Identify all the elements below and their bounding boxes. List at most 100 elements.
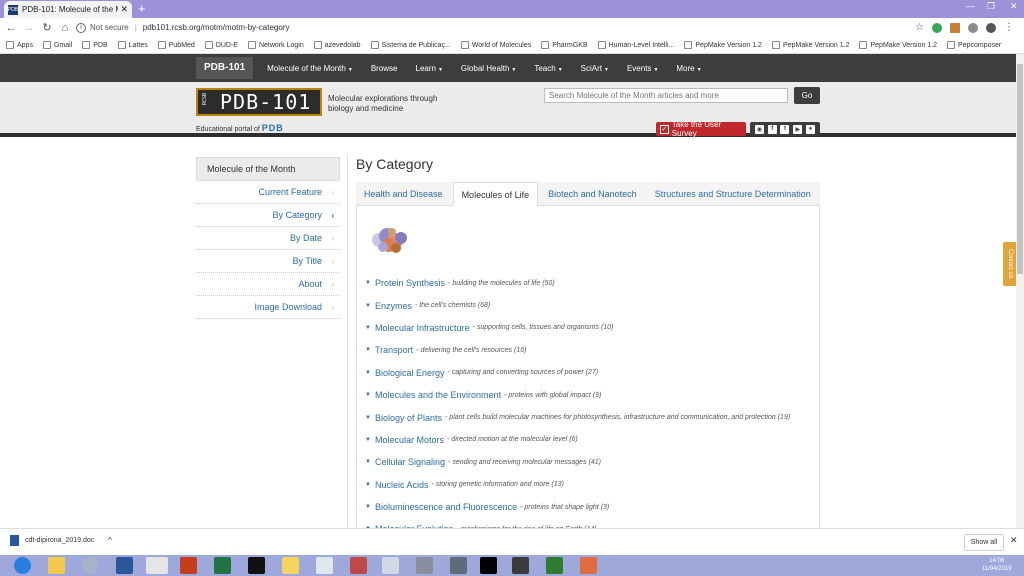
download-item[interactable]: cdt-dipirona_2019.doc ^ — [10, 535, 112, 546]
scrollbar-thumb[interactable] — [1017, 64, 1023, 274]
menu-kebab-icon[interactable]: ⋮ — [1004, 22, 1014, 33]
sidebar-item-image-download[interactable]: Image Download › — [196, 296, 340, 319]
facebook-icon[interactable]: f — [767, 124, 777, 134]
app-icon[interactable] — [416, 557, 433, 574]
category-item[interactable]: ▼ Cellular Signaling - sending and receivi… — [361, 451, 817, 473]
category-item[interactable]: ▼ Bioluminescence and Fluorescence - prote… — [361, 496, 817, 518]
nav-teach[interactable]: Teach ▼ — [534, 64, 562, 73]
category-name[interactable]: Molecules and the Environment — [375, 390, 501, 400]
chrome-icon[interactable] — [146, 557, 168, 574]
bookmark-sistema-de-publica[interactable]: Sistema de Publicaç... — [370, 41, 451, 49]
bookmark-pepcomposer[interactable]: Pepcomposer — [947, 41, 1001, 49]
bookmark-azevedolab[interactable]: azevedolab — [313, 41, 361, 49]
category-item[interactable]: ▼ Molecular Motors - directed motion at th… — [361, 429, 817, 451]
bookmark-star-icon[interactable]: ☆ — [915, 22, 924, 33]
sidebar-item-by-category[interactable]: By Category › — [196, 204, 340, 227]
system-clock[interactable]: 14:08 11/04/2019 — [982, 557, 1012, 573]
sidebar-item-about[interactable]: About › — [196, 273, 340, 296]
contact-us-tab[interactable]: Contact Us — [1003, 242, 1016, 286]
new-tab-button[interactable]: + — [138, 2, 146, 16]
app-icon[interactable] — [546, 557, 563, 574]
folder-icon[interactable] — [282, 557, 299, 574]
back-icon[interactable]: ← — [4, 22, 18, 34]
forward-icon[interactable]: → — [22, 22, 36, 34]
window-close-icon[interactable]: ✕ — [1010, 1, 1018, 12]
excel-icon[interactable] — [214, 557, 231, 574]
home-icon[interactable]: ⌂ — [58, 22, 72, 34]
extension-icon[interactable] — [932, 22, 942, 33]
app-icon[interactable] — [350, 557, 367, 574]
minimize-icon[interactable]: — — [966, 1, 975, 11]
nav-more[interactable]: More ▼ — [676, 64, 701, 73]
bookmark-pdb[interactable]: PDB — [82, 41, 108, 49]
expand-triangle-icon[interactable]: ▼ — [361, 370, 375, 376]
vmd-icon[interactable] — [480, 557, 497, 574]
bookmark-pepmake-version-1-2[interactable]: PepMake Version 1.2 — [684, 41, 762, 49]
app-icon[interactable] — [382, 557, 399, 574]
expand-triangle-icon[interactable]: ▼ — [361, 347, 375, 353]
category-item[interactable]: ▼ Molecular Infrastructure - supporting ce… — [361, 317, 817, 339]
nav-learn[interactable]: Learn ▼ — [416, 64, 443, 73]
app-icon[interactable] — [580, 557, 597, 574]
expand-triangle-icon[interactable]: ▼ — [361, 437, 375, 443]
category-item[interactable]: ▼ Biology of Plants - plant cells build mo… — [361, 406, 817, 428]
category-name[interactable]: Transport — [375, 345, 413, 355]
github-icon[interactable]: ● — [806, 124, 816, 134]
tab-structures-and-structure-determination[interactable]: Structures and Structure Determination — [647, 182, 819, 206]
molecule-image[interactable] — [365, 222, 411, 258]
chevron-up-icon[interactable]: ^ — [108, 536, 112, 545]
category-item[interactable]: ▼ Biological Energy - capturing and conver… — [361, 362, 817, 384]
category-name[interactable]: Molecular Infrastructure — [375, 323, 470, 333]
bookmark-network-login[interactable]: Network Login — [247, 41, 304, 49]
browser-tab[interactable]: PDB PDB-101: Molecule of the Month ✕ — [4, 1, 132, 18]
powerpoint-icon[interactable] — [180, 557, 197, 574]
category-name[interactable]: Biology of Plants — [375, 413, 442, 423]
word-icon[interactable] — [116, 557, 133, 574]
expand-triangle-icon[interactable]: ▼ — [361, 415, 375, 421]
bookmark-pepmake-version-1-2[interactable]: PepMake Version 1.2 — [771, 41, 849, 49]
extension-icon[interactable] — [950, 22, 960, 33]
terminal-icon[interactable] — [248, 557, 265, 574]
show-all-button[interactable]: Show all — [964, 534, 1004, 551]
expand-triangle-icon[interactable]: ▼ — [361, 280, 375, 286]
ie-icon[interactable] — [14, 557, 31, 574]
notepad-icon[interactable] — [316, 557, 333, 574]
url-field[interactable]: i Not secure | pdb101.rcsb.org/motm/motm… — [76, 19, 936, 36]
pdb-logo[interactable]: PDB — [262, 123, 284, 133]
bookmark-lattes[interactable]: Lattes — [117, 41, 148, 49]
sidebar-item-by-title[interactable]: By Title › — [196, 250, 340, 273]
profile-avatar-icon[interactable] — [986, 22, 996, 33]
info-icon[interactable]: i — [76, 22, 86, 33]
maximize-icon[interactable]: ❐ — [987, 1, 995, 12]
category-item[interactable]: ▼ Nucleic Acids - storing genetic informat… — [361, 474, 817, 496]
tab-close-icon[interactable]: ✕ — [120, 4, 128, 15]
expand-triangle-icon[interactable]: ▼ — [361, 303, 375, 309]
category-item[interactable]: ▼ Protein Synthesis - building the molecul… — [361, 272, 817, 294]
tab-biotech-and-nanotech[interactable]: Biotech and Nanotech — [540, 182, 645, 206]
expand-triangle-icon[interactable]: ▼ — [361, 392, 375, 398]
app-icon[interactable] — [82, 557, 99, 574]
category-item[interactable]: ▼ Enzymes - the cell's chemists (68) — [361, 294, 817, 316]
category-item[interactable]: ▼ Transport - delivering the cell's resour… — [361, 339, 817, 361]
user-survey-button[interactable]: ✓ Take the User Survey — [656, 120, 746, 138]
file-explorer-icon[interactable] — [48, 557, 65, 574]
page-scrollbar[interactable] — [1016, 54, 1024, 528]
expand-triangle-icon[interactable]: ▼ — [361, 459, 375, 465]
tab-health-and-disease[interactable]: Health and Disease — [356, 182, 451, 206]
expand-triangle-icon[interactable]: ▼ — [361, 325, 375, 331]
nav-global-health[interactable]: Global Health ▼ — [461, 64, 516, 73]
category-item[interactable]: ▼Molecular Evolution- mechanisms for the… — [361, 518, 817, 528]
reload-icon[interactable]: ↻ — [40, 21, 54, 34]
bookmark-apps[interactable]: Apps — [6, 41, 33, 49]
sidebar-item-current-feature[interactable]: Current Feature › — [196, 181, 340, 204]
brand-link[interactable]: PDB-101 — [196, 57, 254, 79]
category-name[interactable]: Bioluminescence and Fluorescence — [375, 502, 517, 512]
bookmark-gmail[interactable]: Gmail — [42, 41, 72, 49]
nav-browse[interactable]: Browse — [371, 64, 398, 73]
app-icon[interactable] — [512, 557, 529, 574]
bookmark-world-of-molecules[interactable]: World of Molecules — [460, 41, 531, 49]
category-item[interactable]: ▼ Molecules and the Environment - proteins… — [361, 384, 817, 406]
bookmark-dud-e[interactable]: DUD-E — [204, 41, 238, 49]
bookmark-human-level-intelli[interactable]: Human-Level Intelli... — [597, 41, 674, 49]
expand-triangle-icon[interactable]: ▼ — [361, 504, 375, 510]
